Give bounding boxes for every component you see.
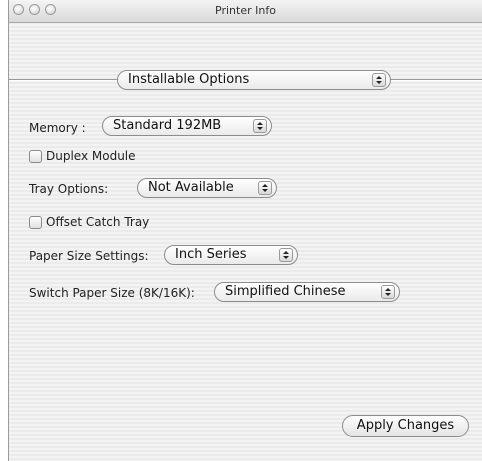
up-down-arrows-icon bbox=[279, 248, 293, 262]
memory-popup[interactable]: Standard 192MB bbox=[102, 116, 272, 136]
window-title: Printer Info bbox=[215, 4, 276, 17]
paper-size-settings-label: Paper Size Settings: bbox=[29, 249, 149, 263]
up-down-arrows-icon bbox=[258, 181, 272, 195]
apply-changes-button[interactable]: Apply Changes bbox=[342, 415, 469, 437]
paper-size-settings-popup[interactable]: Inch Series bbox=[164, 245, 298, 265]
offset-catch-tray-label: Offset Catch Tray bbox=[46, 215, 150, 229]
paper-size-settings-popup-value: Inch Series bbox=[175, 247, 247, 262]
up-down-arrows-icon bbox=[381, 285, 395, 299]
switch-paper-size-popup[interactable]: Simplified Chinese bbox=[214, 282, 400, 302]
tray-options-popup-value: Not Available bbox=[148, 180, 234, 195]
switch-paper-size-popup-value: Simplified Chinese bbox=[225, 284, 346, 299]
tray-options-label: Tray Options: bbox=[29, 182, 109, 196]
title-bar: Printer Info bbox=[9, 0, 482, 23]
duplex-module-label: Duplex Module bbox=[46, 149, 136, 163]
switch-paper-size-label: Switch Paper Size (8K/16K): bbox=[29, 286, 195, 300]
printer-info-window: Printer Info Installable Options Memory … bbox=[8, 0, 482, 461]
offset-catch-tray-checkbox[interactable] bbox=[29, 215, 42, 229]
tray-options-popup[interactable]: Not Available bbox=[137, 178, 277, 198]
section-popup[interactable]: Installable Options bbox=[117, 70, 391, 90]
memory-popup-value: Standard 192MB bbox=[113, 118, 222, 133]
up-down-arrows-icon bbox=[253, 119, 267, 133]
up-down-arrows-icon bbox=[372, 73, 386, 87]
memory-label: Memory : bbox=[29, 121, 86, 135]
duplex-module-row[interactable]: Duplex Module bbox=[29, 149, 136, 163]
duplex-module-checkbox[interactable] bbox=[29, 149, 42, 163]
section-popup-value: Installable Options bbox=[128, 72, 250, 87]
offset-catch-tray-row[interactable]: Offset Catch Tray bbox=[29, 215, 149, 229]
